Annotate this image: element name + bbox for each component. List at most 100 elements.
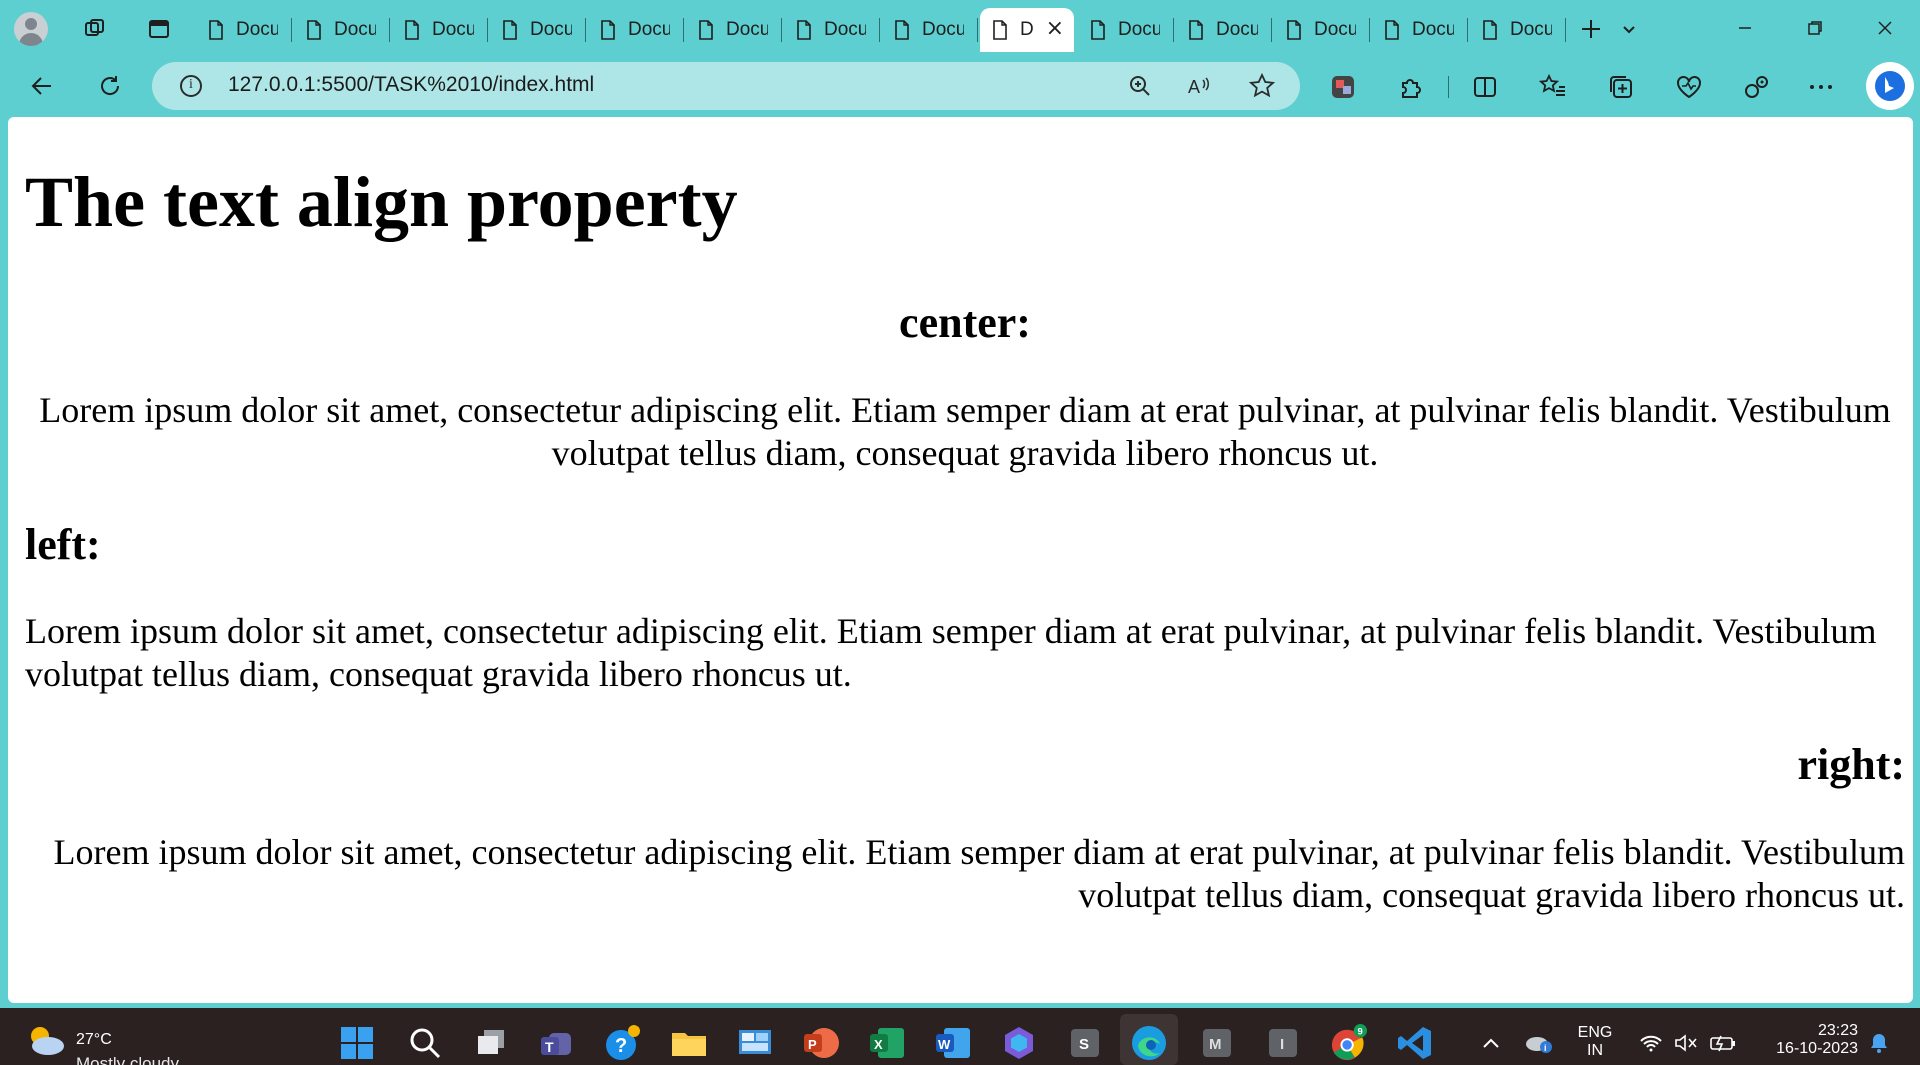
tab[interactable]: Docu — [1372, 10, 1468, 50]
notification-bell-icon[interactable] — [1860, 1024, 1898, 1062]
tab[interactable]: Docu — [686, 10, 782, 50]
paragraph-center: Lorem ipsum dolor sit amet, consectetur … — [39, 390, 1891, 473]
document-icon — [306, 20, 322, 40]
app-s-icon[interactable]: S — [1066, 1024, 1104, 1062]
task-view-icon[interactable] — [472, 1024, 510, 1062]
tab-strip: Docu Docu Docu Docu Docu Docu Docu Docu D × Docu Do… — [0, 0, 1920, 58]
site-info-icon[interactable] — [180, 75, 202, 97]
chrome-icon[interactable]: 9 — [1330, 1024, 1368, 1062]
tab-separator — [1369, 18, 1370, 42]
profile-avatar-icon[interactable] — [14, 12, 48, 46]
tab-active[interactable]: D × — [980, 8, 1074, 52]
workspaces-icon[interactable] — [78, 12, 112, 46]
document-icon — [1384, 20, 1400, 40]
more-dots-icon[interactable] — [1804, 70, 1838, 104]
tab-separator — [683, 18, 684, 42]
teams-icon[interactable]: T — [538, 1024, 576, 1062]
document-icon — [1286, 20, 1302, 40]
show-hidden-icons-chevron-icon[interactable] — [1472, 1024, 1510, 1062]
file-explorer-icon[interactable] — [670, 1024, 708, 1062]
tab-label: Docu — [922, 19, 964, 40]
control-panel-icon[interactable] — [736, 1024, 774, 1062]
search-icon[interactable] — [406, 1024, 444, 1062]
clock-time: 23:23 — [1817, 1022, 1858, 1039]
window-close-icon[interactable] — [1860, 8, 1910, 48]
minimize-icon[interactable] — [1720, 8, 1770, 48]
copilot-tools-icon[interactable] — [1740, 70, 1774, 104]
paragraph-left: Lorem ipsum dolor sit amet, consectetur … — [25, 611, 1877, 694]
browser-essentials-icon[interactable] — [1672, 70, 1706, 104]
favorites-list-icon[interactable] — [1536, 70, 1570, 104]
tab-separator — [585, 18, 586, 42]
heading-center: center: — [899, 298, 1031, 347]
tab[interactable]: Docu — [1470, 10, 1566, 50]
tab[interactable]: Docu — [784, 10, 880, 50]
back-arrow-icon[interactable] — [24, 68, 60, 104]
split-screen-icon[interactable] — [1468, 70, 1502, 104]
svg-text:T: T — [545, 1039, 554, 1055]
app-i-icon[interactable]: I — [1264, 1024, 1302, 1062]
tab[interactable]: Docu — [1274, 10, 1370, 50]
tab[interactable]: Docu — [392, 10, 488, 50]
volume-muted-icon[interactable] — [1668, 1024, 1706, 1062]
svg-text:S: S — [1079, 1036, 1089, 1053]
refresh-icon[interactable] — [92, 68, 128, 104]
language-indicator[interactable]: ENG IN — [1570, 1024, 1620, 1060]
tab-label: Docu — [824, 19, 866, 40]
tab[interactable]: Docu — [196, 10, 292, 50]
get-help-icon[interactable]: ? — [604, 1024, 642, 1062]
edge-browser-icon[interactable] — [1130, 1024, 1168, 1062]
heading-left: left: — [25, 520, 101, 569]
svg-text:P: P — [808, 1037, 817, 1052]
tab-label: D — [1020, 19, 1034, 40]
address-url[interactable]: 127.0.0.1:5500/TASK%2010/index.html — [228, 73, 594, 97]
windows-start-icon[interactable] — [338, 1024, 376, 1062]
vscode-icon[interactable] — [1396, 1024, 1434, 1062]
language-region: IN — [1587, 1042, 1603, 1059]
tab[interactable]: Docu — [1078, 10, 1174, 50]
excel-icon[interactable]: X — [868, 1024, 906, 1062]
document-icon — [502, 20, 518, 40]
app-m-icon[interactable]: M — [1198, 1024, 1236, 1062]
tab[interactable]: Docu — [490, 10, 586, 50]
tab[interactable]: Docu — [882, 10, 978, 50]
collections-icon[interactable] — [1604, 70, 1638, 104]
tab[interactable]: Docu — [294, 10, 390, 50]
powerpoint-icon[interactable]: P — [802, 1024, 840, 1062]
extension-app-icon[interactable] — [1326, 70, 1360, 104]
tab-separator — [487, 18, 488, 42]
weather-widget[interactable]: 27°C Mostly cloudy — [26, 1018, 226, 1065]
battery-icon[interactable] — [1704, 1024, 1742, 1062]
address-bar[interactable]: 127.0.0.1:5500/TASK%2010/index.html A — [152, 62, 1300, 110]
tab-label: Docu — [530, 19, 572, 40]
tab-label: Docu — [1510, 19, 1552, 40]
tab[interactable]: Docu — [588, 10, 684, 50]
document-icon — [796, 20, 812, 40]
bing-chat-icon[interactable] — [1866, 62, 1914, 110]
read-aloud-icon[interactable]: A — [1186, 72, 1214, 100]
tab-separator — [389, 18, 390, 42]
heading-right: right: — [1797, 740, 1905, 789]
word-icon[interactable]: W — [934, 1024, 972, 1062]
tab-label: Docu — [432, 19, 474, 40]
document-icon — [894, 20, 910, 40]
tab-actions-icon[interactable] — [142, 12, 176, 46]
document-icon — [404, 20, 420, 40]
favorite-star-icon[interactable] — [1248, 72, 1276, 100]
clock[interactable]: 23:23 16-10-2023 — [1756, 1022, 1862, 1058]
restore-icon[interactable] — [1790, 8, 1840, 48]
tab[interactable]: Docu — [1176, 10, 1272, 50]
tab-list-chevron-icon[interactable] — [1612, 12, 1646, 46]
extensions-puzzle-icon[interactable] — [1394, 70, 1428, 104]
language-code: ENG — [1577, 1024, 1613, 1041]
close-icon[interactable]: × — [1046, 18, 1064, 40]
tab-label: Docu — [334, 19, 376, 40]
svg-text:?: ? — [615, 1035, 627, 1057]
zoom-icon[interactable] — [1126, 72, 1154, 100]
onedrive-icon[interactable]: i — [1520, 1024, 1558, 1062]
svg-text:M: M — [1209, 1036, 1222, 1053]
copilot-app-icon[interactable] — [1000, 1024, 1038, 1062]
new-tab-plus-icon[interactable] — [1574, 12, 1608, 46]
wifi-icon[interactable] — [1632, 1024, 1670, 1062]
tab-separator — [879, 18, 880, 42]
